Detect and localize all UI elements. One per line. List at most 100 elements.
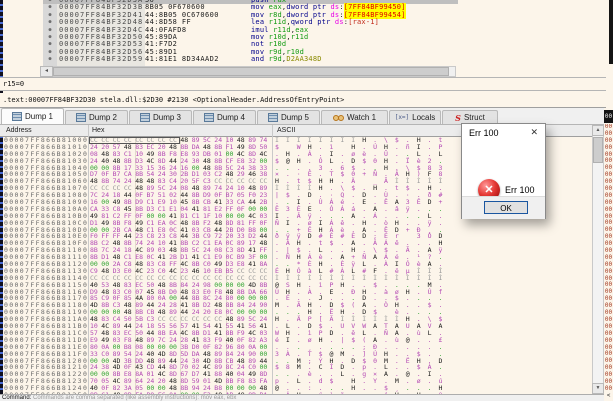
ascii-char: L xyxy=(340,371,351,378)
tab-label: Dump 1 xyxy=(25,112,53,121)
tab-label: Dump 3 xyxy=(153,113,181,122)
dump-row[interactable]: 00007FF866B8123070054C89642420488D59014D… xyxy=(0,378,592,385)
x64dbg-window: ●00007FF84BF32D3A50push rax●00007FF84BF3… xyxy=(0,0,613,401)
dump-row[interactable]: 00007FF866B8122000008BE88A014C8D67D74188… xyxy=(0,371,592,378)
command-bar[interactable]: Command: Commands are comma separated (l… xyxy=(0,394,604,401)
dump-scrollbar-thumb[interactable] xyxy=(593,137,603,163)
dump-row[interactable]: 00007FF866B810E0F0FFFF4423C823C8443BC972… xyxy=(0,233,592,240)
scroll-up-button[interactable]: ▲ xyxy=(592,125,604,136)
dialog-message: Err 100 xyxy=(505,185,535,195)
dump-row[interactable]: 00007FF866B810F08BC2488B742410418BC2C1EA… xyxy=(0,240,592,247)
dump-row[interactable]: 00007FF866B8121024384D0F43CD448D70024C89… xyxy=(0,364,592,371)
error-dialog: Err 100 ✕ ✕ Err 100 OK xyxy=(461,123,546,219)
instr-token: r9d xyxy=(269,55,282,63)
scroll-down-button[interactable]: ▼ xyxy=(592,383,604,394)
dump-row[interactable]: 00007FF866B810D000002BCA48C1E80C4103CB44… xyxy=(0,227,592,234)
tab-dump-1[interactable]: Dump 1 xyxy=(1,108,64,124)
dialog-title-bar[interactable]: Err 100 ✕ xyxy=(462,124,545,143)
ascii-char: + xyxy=(362,171,373,178)
dump-row[interactable]: 00007FF866B811E0800A00B8080000003BD00F82… xyxy=(0,344,592,351)
dump-row[interactable]: 00007FF866B811108BD148C1E80C412BD141C1E9… xyxy=(0,254,592,261)
dump-row[interactable]: 00007FF866B811B0104C89442418555657415441… xyxy=(0,323,592,330)
breakpoint-dot-icon[interactable]: ● xyxy=(43,27,57,34)
tab-dump-2[interactable]: Dump 2 xyxy=(65,110,128,124)
right-edge-sliver xyxy=(609,0,613,64)
dump-icon xyxy=(140,113,150,122)
dump-selection-box xyxy=(89,137,180,145)
disasm-bytes: 41:81E1 8D34AAD2 xyxy=(145,56,251,63)
tab-label: Struct xyxy=(464,113,485,122)
side-strip-scroll-left[interactable]: < xyxy=(604,391,613,401)
side-strip-values: 0000000000000000000000000000000000000000… xyxy=(604,124,613,390)
locals-icon: [x=] xyxy=(395,114,409,121)
dump-row[interactable]: 00007FF866B811C0574883EC50448BEA4C8BD141… xyxy=(0,330,592,337)
tab-dump-3[interactable]: Dump 3 xyxy=(129,110,192,124)
close-icon[interactable]: ✕ xyxy=(530,127,538,138)
dump-row[interactable]: 00007FF866B81140CCCCCCCCCCCCCCCCCCCCCCCC… xyxy=(0,275,592,282)
tab-label: Dump 5 xyxy=(281,113,309,122)
tab-watch-1[interactable]: Watch 1 xyxy=(321,110,388,124)
instr-token: r11d xyxy=(291,33,309,41)
dump-row[interactable]: 00007FF866B8112000002AC84883C8FF4C8BC049… xyxy=(0,261,592,268)
register-hint-text: r15=0 xyxy=(3,80,24,88)
dump-row[interactable]: 00007FF866B811F033C0895424404D8D5DDA4889… xyxy=(0,351,592,358)
dump-row[interactable]: 00007FF866B811D0E94903F848897C24284183F9… xyxy=(0,337,592,344)
scroll-left-button[interactable]: ◂ xyxy=(40,66,53,77)
ascii-char: Ì xyxy=(340,137,351,144)
disassembly-pane[interactable]: ●00007FF84BF32D3A50push rax●00007FF84BF3… xyxy=(3,0,606,66)
command-input-hint: Commands are comma separated (like assem… xyxy=(33,395,236,401)
dump-row[interactable]: 00007FF866B81190000000488BCB4889442420E8… xyxy=(0,309,592,316)
dialog-body: ✕ Err 100 xyxy=(462,143,545,196)
glasses-icon xyxy=(333,115,344,121)
dump-row[interactable]: 00007FF866B8115040534883EC50488B84249800… xyxy=(0,282,592,289)
breakpoint-dot-icon[interactable]: ● xyxy=(43,41,57,48)
breakpoint-dot-icon[interactable]: ● xyxy=(43,19,57,26)
breakpoint-dot-icon[interactable]: ● xyxy=(43,49,57,56)
dump-icon xyxy=(204,113,214,122)
disasm-rows: ●00007FF84BF32D3A50push rax●00007FF84BF3… xyxy=(43,0,603,64)
instr-token: D2AA348D xyxy=(286,55,321,63)
dump-row[interactable]: 00007FF866B81160D94883C007458BD04883E0F8… xyxy=(0,289,592,296)
side-strip-header: 00 xyxy=(604,110,613,123)
dump-row[interactable]: 00007FF866B810C0D1498BF849C1EA0C488BF248… xyxy=(0,220,592,227)
dump-row[interactable]: 00007FF866B81130C948D3E04C23C04C234610EB… xyxy=(0,268,592,275)
address-column-header: Address xyxy=(6,127,32,134)
disasm-instruction: mov r10d,r11d xyxy=(251,34,603,41)
dump-row[interactable]: 00007FF866B811804D8BC34889442428418BD248… xyxy=(0,302,592,309)
breakpoint-dot-icon[interactable]: ● xyxy=(43,12,57,19)
dump-row[interactable]: 00007FF866B8120000004D3BDD48894424304D8B… xyxy=(0,358,592,365)
tab-label: Watch 1 xyxy=(347,113,376,122)
breakpoint-dot-icon[interactable]: ● xyxy=(43,56,57,63)
command-label: Command: xyxy=(0,395,31,401)
tab-dump-4[interactable]: Dump 4 xyxy=(193,110,256,124)
tab-locals[interactable]: [x=]Locals xyxy=(389,110,441,124)
instr-token: and xyxy=(251,55,264,63)
tab-label: Dump 4 xyxy=(217,113,245,122)
module-address-text: .text:00007FF84BF32D30 stela.dll:$2D30 #… xyxy=(3,96,344,104)
dump-row[interactable]: 00007FF866B811A04883C4505BC3CCCCCCCCCCCC… xyxy=(0,316,592,323)
ascii-char: Ò xyxy=(384,302,395,309)
dump-row[interactable]: 00007FF866B811008B7C24184C8903488B5C2408… xyxy=(0,247,592,254)
dialog-title: Err 100 xyxy=(469,128,499,138)
tab-label: Dump 2 xyxy=(89,113,117,122)
dump-row[interactable]: 00007FF866B81240400F823A050000488B9424B8… xyxy=(0,385,592,392)
hex-column-header: Hex xyxy=(92,127,104,134)
tab-dump-5[interactable]: Dump 5 xyxy=(257,110,320,124)
disasm-scrollbar-thumb[interactable] xyxy=(53,67,449,76)
dump-row[interactable]: 00007FF866B8117085C90F854A800A00448B8C24… xyxy=(0,295,592,302)
struct-icon: S xyxy=(455,113,461,123)
disasm-instruction: and r9d,D2AA348D xyxy=(251,56,603,63)
breakpoint-dot-icon[interactable]: ● xyxy=(43,34,57,41)
dump-icon xyxy=(76,113,86,122)
instr-token: [rax-1] xyxy=(348,18,379,26)
ascii-char: + xyxy=(406,227,417,234)
register-hint-box: r15=0 xyxy=(0,77,606,91)
tab-struct[interactable]: SStruct xyxy=(442,110,498,124)
breakpoint-dot-icon[interactable]: ● xyxy=(43,4,57,11)
ok-button[interactable]: OK xyxy=(484,201,528,214)
disasm-row[interactable]: ●00007FF84BF32D5941:81E1 8D34AAD2and r9d… xyxy=(43,56,603,63)
dump-vertical-scrollbar[interactable] xyxy=(592,125,604,394)
module-address-line: .text:00007FF84BF32D30 stela.dll:$2D30 #… xyxy=(0,93,606,108)
tab-label: Locals xyxy=(412,113,435,122)
dump-icon xyxy=(268,113,278,122)
